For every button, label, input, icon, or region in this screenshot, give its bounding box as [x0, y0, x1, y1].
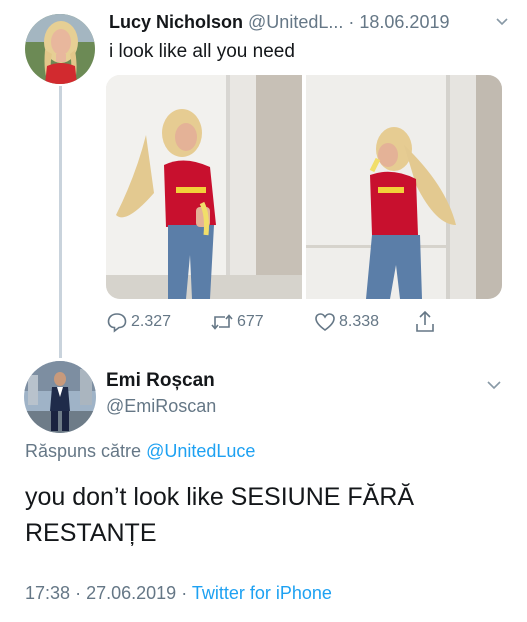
reply-button[interactable]: 2.327: [106, 309, 171, 335]
tweet1-photo-2[interactable]: [306, 75, 502, 299]
tweet1-author-name[interactable]: Lucy Nicholson: [109, 12, 243, 32]
avatar-lucy[interactable]: [25, 14, 95, 84]
tweet2-author-name[interactable]: Emi Roșcan: [106, 370, 215, 392]
tweet2-author-handle[interactable]: @EmiRoscan: [106, 396, 216, 417]
like-icon: [315, 313, 335, 331]
reply-count: 2.327: [131, 313, 172, 330]
reply-icon: [107, 313, 127, 333]
tweet2-date[interactable]: 27.06.2019: [86, 583, 176, 603]
tweet1-header: Lucy Nicholson @UnitedL... · 18.06.2019: [109, 12, 509, 36]
like-button[interactable]: 8.338: [314, 309, 379, 335]
tweet1-text: i look like all you need: [109, 41, 295, 62]
retweet-count: 677: [237, 313, 264, 330]
thread-connector-line: [59, 86, 62, 358]
tweet2-meta: 17:38 · 27.06.2019 · Twitter for iPhone: [25, 583, 332, 604]
tweet2-text: you don’t look like SESIUNE FĂRĂ RESTANȚ…: [25, 483, 415, 547]
tweet1-date[interactable]: 18.06.2019: [359, 12, 449, 32]
retweet-button[interactable]: 677: [210, 309, 264, 335]
retweet-icon: [211, 314, 233, 330]
share-button[interactable]: [414, 309, 436, 335]
tweet1-photo-1[interactable]: [106, 75, 302, 299]
tweet1-media[interactable]: [106, 75, 502, 299]
reply-to-prefix: Răspuns către: [25, 441, 142, 461]
tweet2-sep2: ·: [181, 583, 188, 603]
tweet2-sep1: ·: [75, 583, 82, 603]
reply-to-line: Răspuns către @UnitedLuce: [25, 441, 255, 462]
chevron-down-icon[interactable]: [486, 376, 502, 392]
avatar-lucy-image: [25, 14, 95, 84]
like-count: 8.338: [339, 313, 380, 330]
tweet2-source-link[interactable]: Twitter for iPhone: [192, 583, 332, 603]
reply-to-mention[interactable]: @UnitedLuce: [146, 441, 255, 461]
avatar-emi[interactable]: [24, 361, 96, 433]
avatar-emi-image: [24, 361, 96, 433]
tweet2-time[interactable]: 17:38: [25, 583, 70, 603]
chevron-down-icon[interactable]: [495, 14, 509, 28]
share-icon: [416, 310, 434, 332]
tweet1-author-handle[interactable]: @UnitedL...: [248, 12, 343, 32]
tweet1-separator: ·: [348, 12, 355, 32]
